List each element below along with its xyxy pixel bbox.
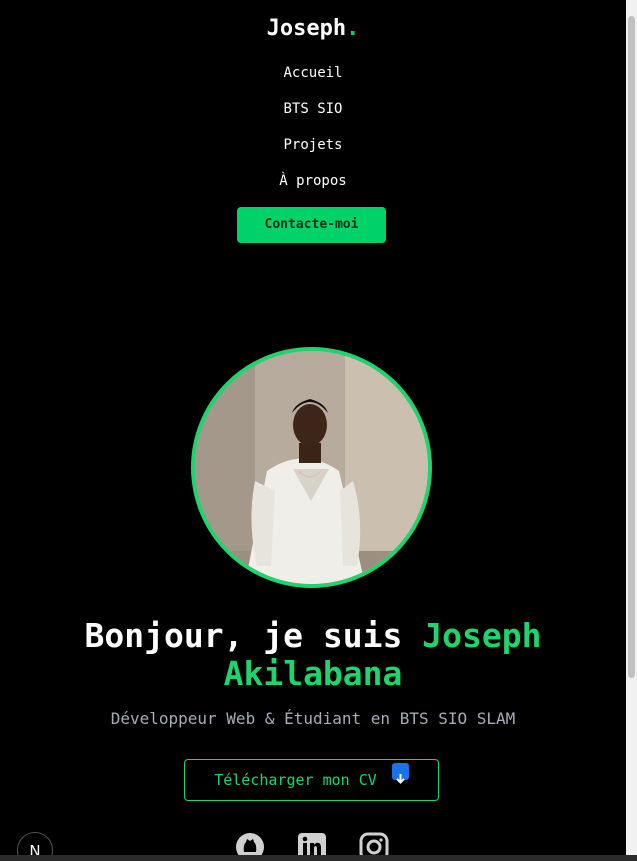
logo-text: Joseph	[266, 16, 347, 41]
hero-subtitle: Développeur Web & Étudiant en BTS SIO SL…	[110, 709, 516, 728]
hero-last-name: Akilabana	[223, 654, 403, 693]
hero-title: Bonjour, je suis Joseph Akilabana	[0, 617, 626, 693]
nav-link-accueil[interactable]: Accueil	[283, 62, 342, 98]
profile-photo-illustration	[195, 351, 428, 584]
hero-first-name: Joseph	[422, 616, 542, 655]
hero-greeting: Bonjour, je suis	[84, 616, 423, 655]
nav-link-bts-sio[interactable]: BTS SIO	[283, 98, 342, 134]
nav-link-projets[interactable]: Projets	[283, 134, 342, 170]
site-logo[interactable]: Joseph.	[0, 16, 626, 41]
download-cv-button[interactable]: Télécharger mon CV	[184, 759, 439, 801]
download-cv-label: Télécharger mon CV	[214, 771, 377, 789]
page-scrollbar[interactable]	[626, 0, 637, 861]
scrollbar-thumb[interactable]	[628, 16, 635, 678]
contact-button[interactable]: Contacte-moi	[237, 207, 386, 243]
window-bottom-edge	[0, 855, 637, 861]
logo-dot: .	[346, 16, 360, 41]
main-nav: Accueil BTS SIO Projets À propos	[0, 62, 626, 206]
download-icon	[391, 763, 409, 784]
nav-link-a-propos[interactable]: À propos	[279, 170, 346, 206]
page: Joseph. Accueil BTS SIO Projets À propos…	[0, 0, 626, 861]
profile-photo	[191, 347, 432, 588]
